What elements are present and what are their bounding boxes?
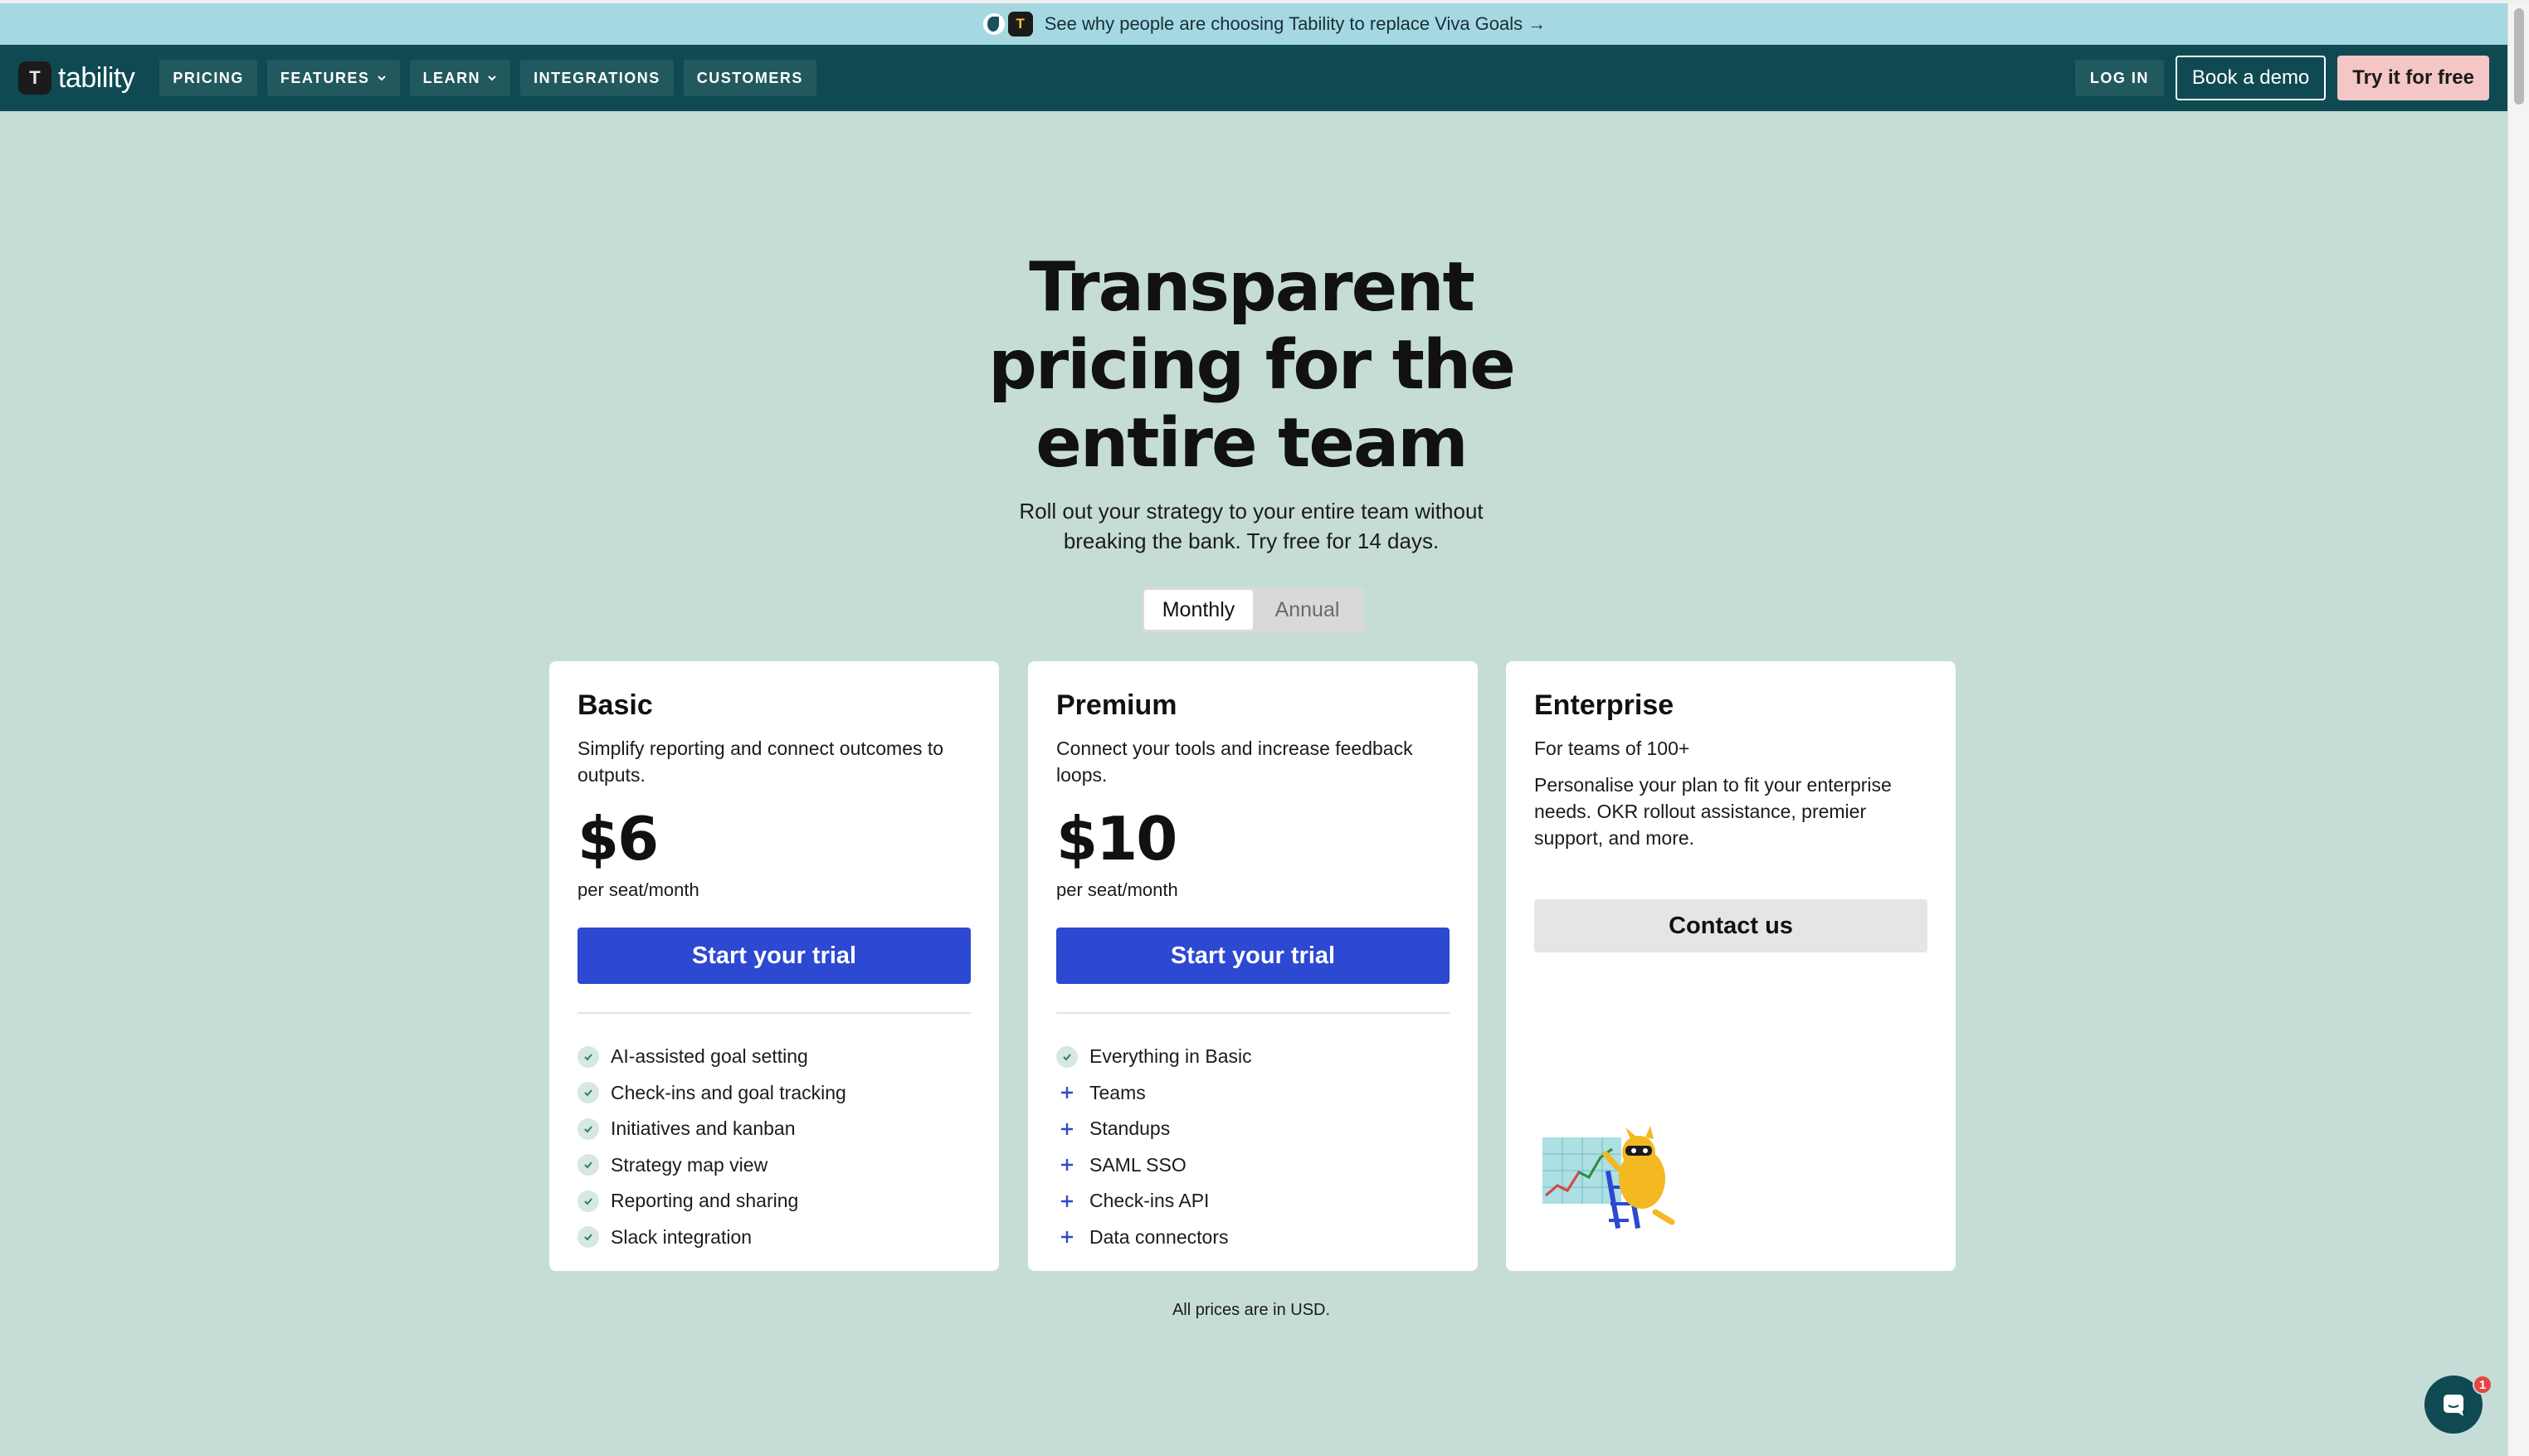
book-demo-button[interactable]: Book a demo [2175,56,2327,100]
check-circle-icon [1056,1045,1078,1068]
announcement-bar[interactable]: T See why people are choosing Tability t… [0,3,2529,45]
nav-item-label: PRICING [173,69,244,86]
plan-tagline: For teams of 100+ [1534,738,1690,759]
feature-item: AI-assisted goal setting [577,1039,971,1075]
currency-footnote: All prices are in USD. [1172,1301,1331,1319]
feature-label: Everything in Basic [1089,1045,1252,1068]
contact-us-button[interactable]: Contact us [1534,899,1927,952]
plan-name: Basic [577,689,653,721]
billing-option-annual[interactable]: Annual [1253,590,1362,630]
mascot-chart-illustration [1542,1126,1675,1229]
feature-label: Check-ins API [1089,1190,1210,1212]
try-free-button[interactable]: Try it for free [2337,56,2489,100]
plan-name: Enterprise [1534,689,1674,721]
nav-actions: LOG IN Book a demo Try it for free [2074,56,2489,100]
chevron-down-icon [488,75,496,81]
plan-name: Premium [1056,689,1177,721]
tability-logo-icon: T [1007,12,1033,37]
tability-mark-icon: T [18,61,51,95]
chat-notification-badge: 1 [2473,1375,2492,1395]
title-line: pricing for the [988,326,1516,405]
plan-card-enterprise: Enterprise For teams of 100+ Personalise… [1506,661,1956,1271]
feature-list: AI-assisted goal setting Check-ins and g… [577,1039,971,1255]
check-circle-icon [577,1190,599,1212]
plus-icon [1056,1082,1078,1103]
nav-item-features[interactable]: FEATURES [266,60,400,96]
title-line: entire team [1035,404,1469,483]
chevron-down-icon [377,75,386,81]
billing-option-monthly[interactable]: Monthly [1144,590,1253,630]
check-circle-icon [577,1118,599,1140]
plan-price: $6 [577,804,659,874]
announcement-logos: T [982,12,1033,37]
plan-price-unit: per seat/month [1056,879,1178,900]
feature-label: SAML SSO [1089,1153,1187,1176]
plus-icon [1056,1118,1078,1140]
brand-logo[interactable]: T tability [18,61,135,95]
feature-item: Strategy map view [577,1147,971,1184]
announcement-text[interactable]: See why people are choosing Tability to … [1045,13,1547,35]
feature-label: Check-ins and goal tracking [611,1081,846,1103]
page-title: Transparent pricing for the entire team [919,249,1583,483]
plan-description: Simplify reporting and connect outcomes … [577,738,944,786]
top-navigation: T tability PRICING FEATURES LEARN INTEGR… [0,45,2507,111]
feature-label: Strategy map view [611,1153,768,1176]
feature-item: Teams [1056,1075,1450,1112]
divider [577,1012,971,1014]
feature-item: Slack integration [577,1220,971,1256]
feature-label: Slack integration [611,1225,753,1248]
nav-item-customers[interactable]: CUSTOMERS [683,60,816,96]
page-subtitle: Roll out your strategy to your entire te… [919,496,1583,556]
nav-links: PRICING FEATURES LEARN INTEGRATIONS CUST… [159,60,816,96]
start-trial-button[interactable]: Start your trial [577,928,971,984]
check-circle-icon [577,1045,599,1068]
check-circle-icon [577,1154,599,1176]
billing-toggle: Monthly Annual [1142,587,1364,632]
nav-item-integrations[interactable]: INTEGRATIONS [520,60,674,96]
feature-item: Reporting and sharing [577,1183,971,1220]
feature-label: Standups [1089,1118,1171,1140]
plan-description: Personalise your plan to fit your enterp… [1534,774,1892,849]
plan-card-premium: Premium Connect your tools and increase … [1028,661,1478,1271]
nav-item-pricing[interactable]: PRICING [159,60,257,96]
check-circle-icon [577,1226,599,1249]
start-trial-button[interactable]: Start your trial [1056,928,1450,984]
feature-item: SAML SSO [1056,1147,1450,1184]
check-circle-icon [577,1082,599,1104]
nav-item-label: FEATURES [280,69,370,86]
feature-label: AI-assisted goal setting [611,1045,808,1068]
plan-description: Connect your tools and increase feedback… [1056,738,1413,786]
plan-price: $10 [1056,804,1177,874]
viva-goals-logo-icon [982,13,1005,35]
scrollbar-thumb[interactable] [2514,8,2524,105]
login-button[interactable]: LOG IN [2074,60,2164,96]
feature-label: Initiatives and kanban [611,1118,796,1140]
nav-item-label: LEARN [422,69,481,86]
feature-label: Data connectors [1089,1225,1229,1248]
feature-label: Reporting and sharing [611,1190,799,1212]
subtitle-line: breaking the bank. Try free for 14 days. [1063,528,1440,553]
feature-item: Standups [1056,1111,1450,1147]
nav-item-label: INTEGRATIONS [534,69,660,86]
feature-label: Teams [1089,1081,1146,1103]
plus-icon [1056,1226,1078,1248]
chat-bubble-icon [2444,1395,2463,1416]
plan-price-unit: per seat/month [577,879,699,900]
divider [1056,1012,1450,1014]
feature-item: Data connectors [1056,1220,1450,1256]
subtitle-line: Roll out your strategy to your entire te… [1019,499,1484,523]
feature-item: Everything in Basic [1056,1039,1450,1075]
brand-name: tability [58,61,135,94]
feature-item: Check-ins and goal tracking [577,1075,971,1112]
feature-item: Initiatives and kanban [577,1111,971,1147]
feature-item: Check-ins API [1056,1183,1450,1220]
page-scrollbar[interactable] [2507,3,2529,1456]
nav-item-label: CUSTOMERS [696,69,803,86]
plan-card-basic: Basic Simplify reporting and connect out… [549,661,999,1271]
title-line: Transparent [1029,248,1475,327]
plus-icon [1056,1191,1078,1212]
nav-item-learn[interactable]: LEARN [409,60,511,96]
feature-list: Everything in Basic Teams Standups SAML … [1056,1039,1450,1255]
plus-icon [1056,1154,1078,1176]
